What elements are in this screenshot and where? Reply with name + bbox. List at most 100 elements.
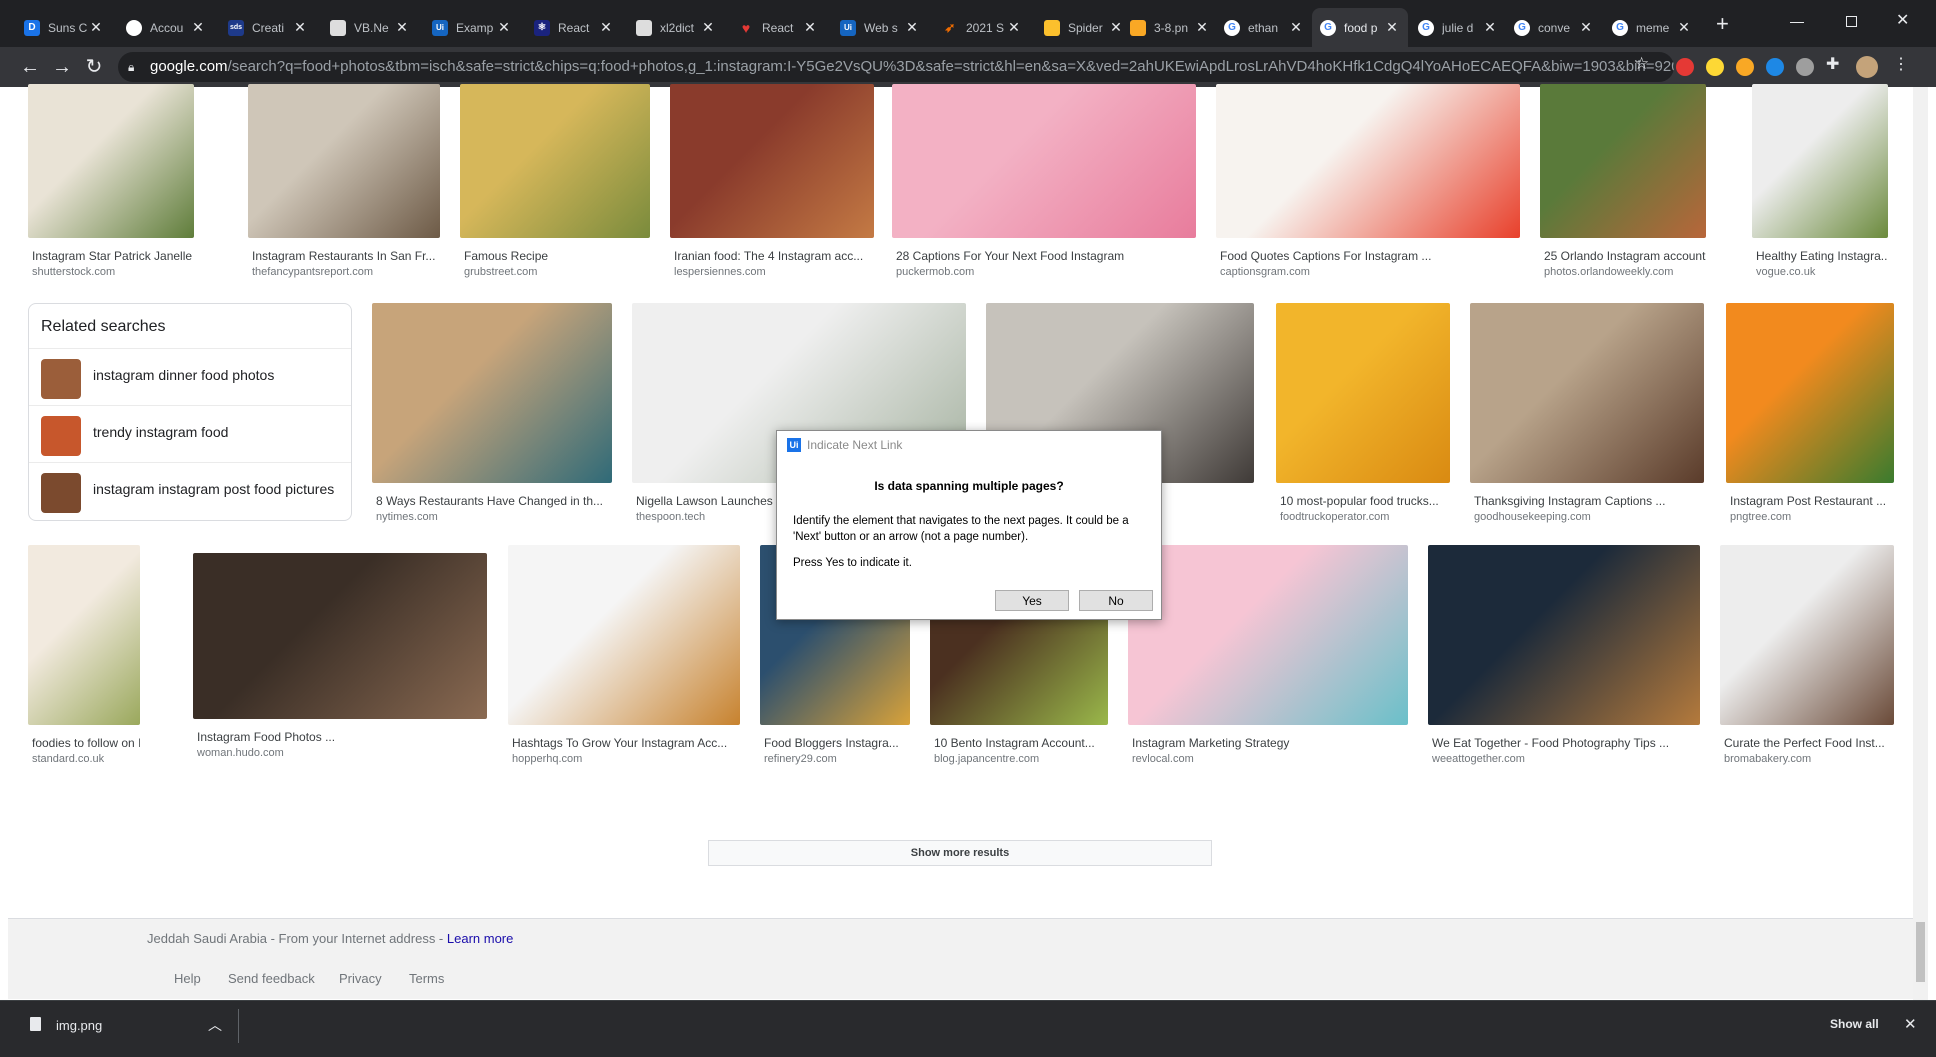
result-caption[interactable]: 25 Orlando Instagram account... <box>1544 249 1706 263</box>
result-image[interactable] <box>670 84 874 238</box>
close-icon[interactable]: ✕ <box>904 19 920 36</box>
result-image[interactable] <box>460 84 650 238</box>
result-caption[interactable]: foodies to follow on In... <box>32 736 140 750</box>
result-image[interactable] <box>1720 545 1894 725</box>
close-icon[interactable]: ✕ <box>88 19 104 36</box>
close-icon[interactable]: ✕ <box>802 19 818 36</box>
tab-7[interactable]: ♥ React ✕ <box>730 8 826 47</box>
terms-link[interactable]: Terms <box>409 971 444 986</box>
result-image[interactable] <box>248 84 440 238</box>
result-caption[interactable]: 10 most-popular food trucks... <box>1280 494 1450 508</box>
result-caption[interactable]: 28 Captions For Your Next Food Instagram <box>896 249 1196 263</box>
related-item[interactable]: trendy instagram food <box>29 405 351 462</box>
reload-button[interactable]: ↻ <box>82 55 106 79</box>
tab-1[interactable]: Accou ✕ <box>118 8 214 47</box>
close-icon[interactable]: ✕ <box>190 19 206 36</box>
result-image[interactable] <box>1216 84 1520 238</box>
extensions-puzzle-icon[interactable]: ✚ <box>1826 54 1839 74</box>
tab-9[interactable]: ➶ 2021 S ✕ <box>934 8 1030 47</box>
result-caption[interactable]: Food Bloggers Instagra... <box>764 736 910 750</box>
tab-16[interactable]: Gmeme ✕ <box>1604 8 1700 47</box>
related-item[interactable]: instagram instagram post food pictures <box>29 462 351 519</box>
close-downloads-icon[interactable]: ✕ <box>1904 1015 1917 1033</box>
avatar[interactable] <box>1856 56 1878 78</box>
close-icon[interactable]: ✕ <box>1676 19 1692 36</box>
result-image[interactable] <box>1276 303 1450 483</box>
result-caption[interactable]: Thanksgiving Instagram Captions ... <box>1474 494 1704 508</box>
close-icon[interactable]: ✕ <box>1194 19 1210 36</box>
close-icon[interactable]: ✕ <box>292 19 308 36</box>
result-caption[interactable]: Instagram Post Restaurant ... <box>1730 494 1894 508</box>
tab-4[interactable]: Ui Examp ✕ <box>424 8 520 47</box>
new-tab-button[interactable]: + <box>1716 12 1729 36</box>
tab-15[interactable]: Gconve ✕ <box>1506 8 1602 47</box>
result-image[interactable] <box>1752 84 1888 238</box>
result-image[interactable] <box>28 545 140 725</box>
close-icon[interactable]: ✕ <box>1482 19 1498 36</box>
extension-red-icon[interactable] <box>1676 58 1694 76</box>
result-image[interactable] <box>1540 84 1706 238</box>
close-icon[interactable]: ✕ <box>700 19 716 36</box>
close-icon[interactable]: ✕ <box>1384 19 1400 36</box>
result-caption[interactable]: We Eat Together - Food Photography Tips … <box>1432 736 1700 750</box>
scrollbar[interactable] <box>1913 87 1928 1000</box>
result-image[interactable] <box>892 84 1196 238</box>
related-item[interactable]: instagram dinner food photos <box>29 348 351 405</box>
close-icon[interactable]: ✕ <box>394 19 410 36</box>
tab-11[interactable]: 3-8.pn ✕ <box>1122 8 1218 47</box>
restore-button[interactable] <box>1846 16 1857 27</box>
menu-icon[interactable]: ⋮ <box>1893 54 1909 74</box>
tab-13[interactable]: Gfood p ✕ <box>1312 8 1408 47</box>
tab-2[interactable]: sds Creati ✕ <box>220 8 316 47</box>
tab-8[interactable]: Ui Web s ✕ <box>832 8 928 47</box>
result-caption[interactable]: Food Quotes Captions For Instagram ... <box>1220 249 1520 263</box>
tab-14[interactable]: Gjulie d ✕ <box>1410 8 1506 47</box>
privacy-link[interactable]: Privacy <box>339 971 382 986</box>
close-icon[interactable]: ✕ <box>1288 19 1304 36</box>
result-caption[interactable]: Instagram Food Photos ... <box>197 730 487 744</box>
scrollbar-thumb[interactable] <box>1916 922 1925 982</box>
yes-button[interactable]: Yes <box>995 590 1069 611</box>
close-icon[interactable]: ✕ <box>598 19 614 36</box>
result-caption[interactable]: Hashtags To Grow Your Instagram Acc... <box>512 736 740 750</box>
close-icon[interactable]: ✕ <box>1578 19 1594 36</box>
extension-cookie-icon[interactable] <box>1736 58 1754 76</box>
result-caption[interactable]: Curate the Perfect Food Inst... <box>1724 736 1894 750</box>
tab-3[interactable]: VB.Ne ✕ <box>322 8 418 47</box>
help-link[interactable]: Help <box>174 971 201 986</box>
extension-blue-icon[interactable] <box>1766 58 1784 76</box>
forward-button[interactable]: → <box>50 55 74 79</box>
result-caption[interactable]: 8 Ways Restaurants Have Changed in th... <box>376 494 612 508</box>
close-icon[interactable]: ✕ <box>1006 19 1022 36</box>
show-more-button[interactable]: Show more results <box>708 840 1212 866</box>
result-caption[interactable]: Healthy Eating Instagra... <box>1756 249 1888 263</box>
result-image[interactable] <box>508 545 740 725</box>
tab-0[interactable]: D Suns C ✕ <box>16 8 112 47</box>
result-caption[interactable]: Instagram Restaurants In San Fr... <box>252 249 440 263</box>
result-caption[interactable]: Instagram Marketing Strategy <box>1132 736 1408 750</box>
address-bar[interactable]: 🔒︎ google.com/search?q=food+photos&tbm=is… <box>118 52 1674 82</box>
close-window-button[interactable]: ✕ <box>1896 10 1909 30</box>
result-caption[interactable]: 10 Bento Instagram Account... <box>934 736 1108 750</box>
result-image[interactable] <box>1428 545 1700 725</box>
result-image[interactable] <box>28 84 194 238</box>
result-caption[interactable]: Famous Recipe <box>464 249 650 263</box>
result-image[interactable] <box>372 303 612 483</box>
tab-12[interactable]: Gethan ✕ <box>1216 8 1312 47</box>
download-file-name[interactable]: img.png <box>56 1018 102 1033</box>
bookmark-star-icon[interactable]: ☆ <box>1634 54 1649 74</box>
result-image[interactable] <box>1128 545 1408 725</box>
close-icon[interactable]: ✕ <box>496 19 512 36</box>
back-button[interactable]: ← <box>18 55 42 79</box>
result-caption[interactable]: Iranian food: The 4 Instagram acc... <box>674 249 874 263</box>
tab-5[interactable]: ⚛ React ✕ <box>526 8 622 47</box>
no-button[interactable]: No <box>1079 590 1153 611</box>
tab-6[interactable]: xl2dict ✕ <box>628 8 724 47</box>
chevron-up-icon[interactable]: ︿ <box>208 1015 222 1035</box>
result-caption[interactable]: Instagram Star Patrick Janelle ... <box>32 249 194 263</box>
learn-more-link[interactable]: Learn more <box>447 931 513 946</box>
result-image[interactable] <box>193 553 487 719</box>
minimize-button[interactable] <box>1790 22 1804 23</box>
result-image[interactable] <box>1726 303 1894 483</box>
result-image[interactable] <box>1470 303 1704 483</box>
